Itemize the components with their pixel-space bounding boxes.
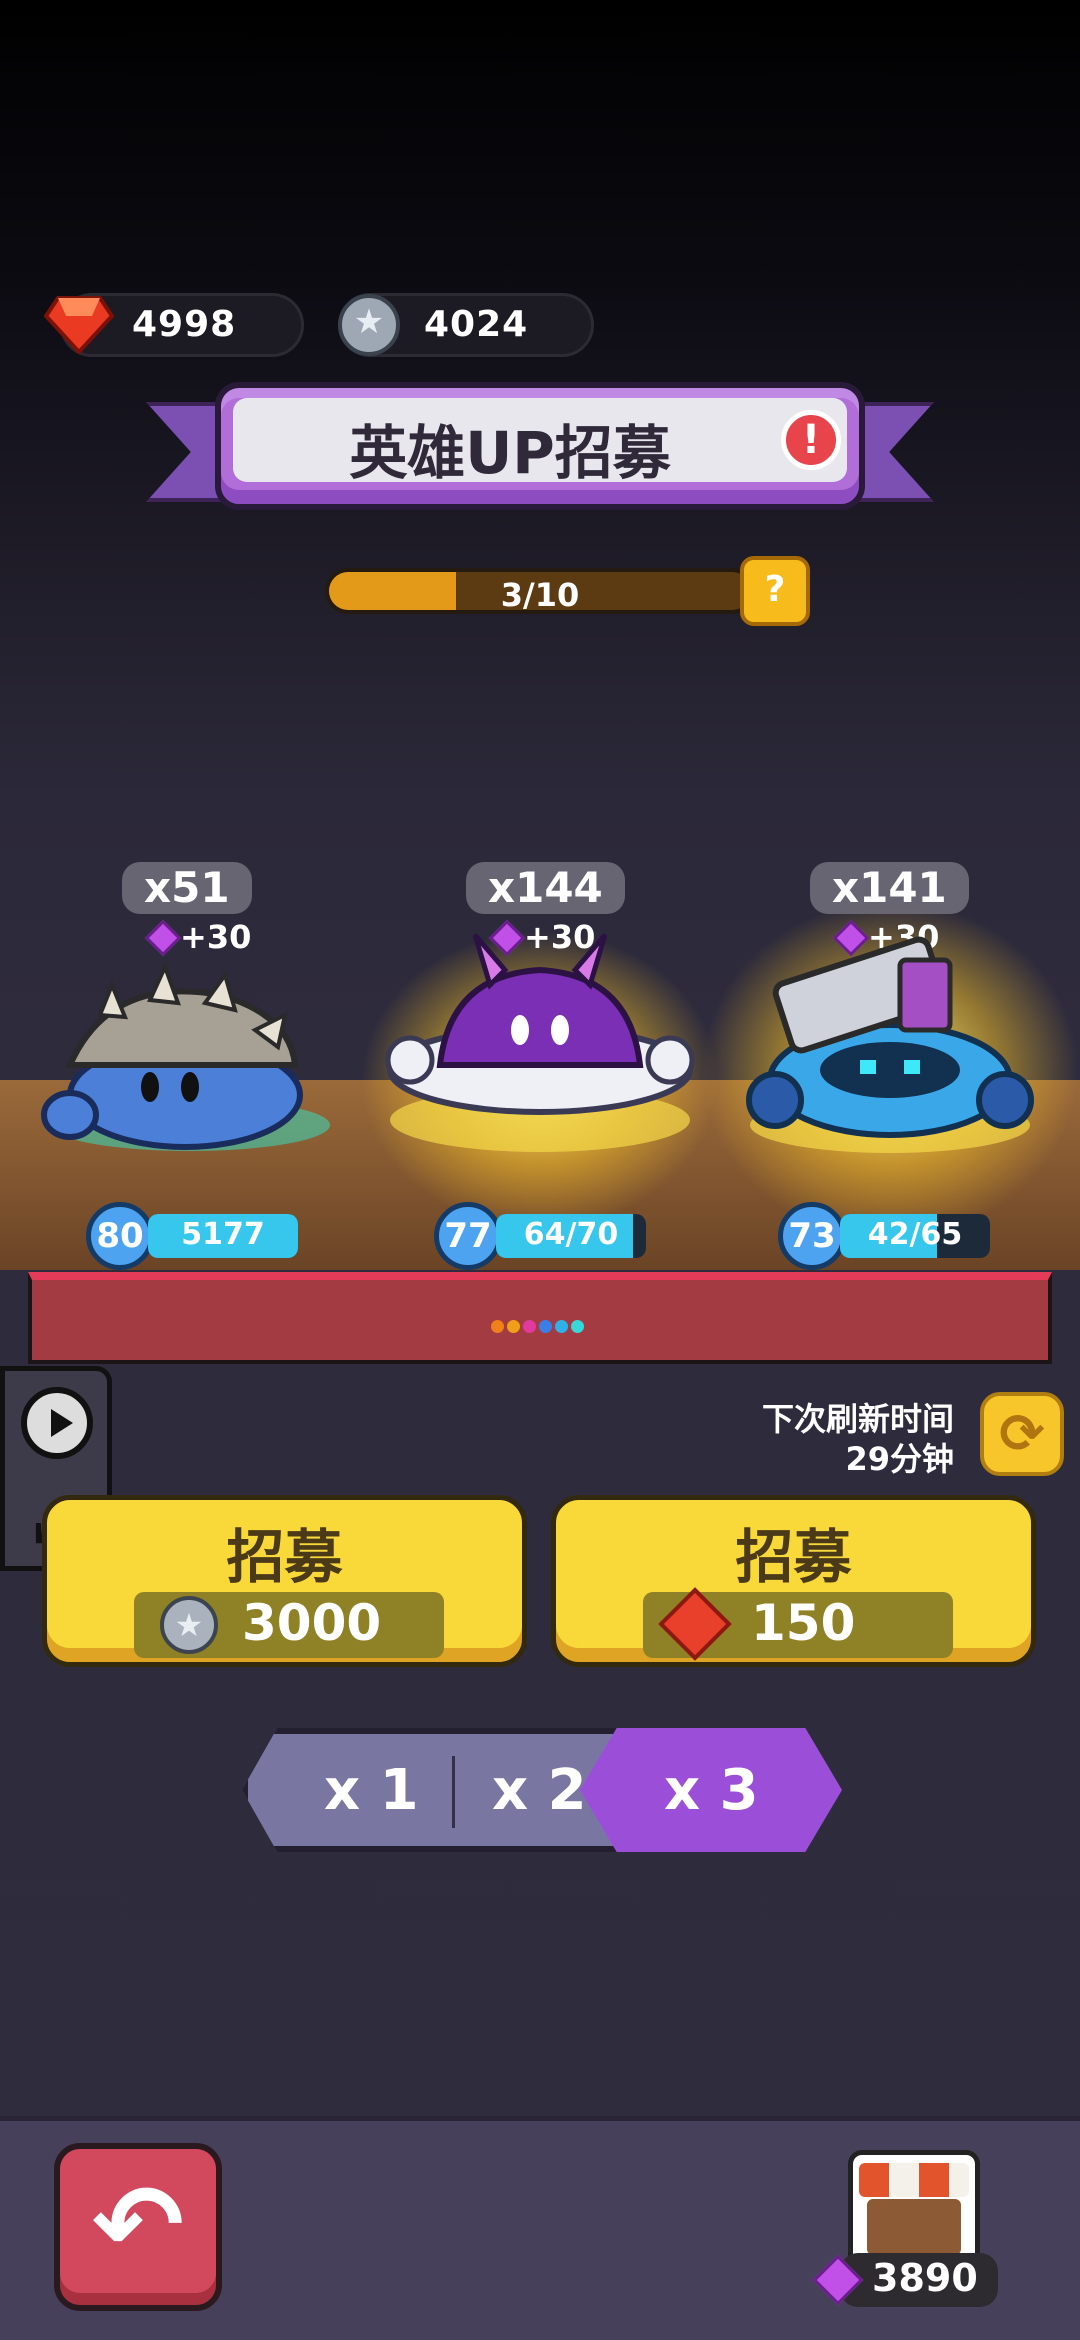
multiplier-option-x1[interactable]: x 1 [324,1758,419,1823]
hero-count: x141 [810,862,969,914]
multiplier-option-x2[interactable]: x 2 [492,1758,587,1823]
banner-title: 英雄UP招募 [349,419,671,487]
gem-icon [144,919,182,957]
page-dot [507,1320,520,1333]
ruby-balance: 4998 [132,304,237,345]
hero-sprite-spiky-shell [40,955,350,1159]
page-dot [491,1320,504,1333]
shop-counter [867,2199,961,2255]
silver-coin-icon: ★ [160,1596,218,1654]
hero-bar-text: 5177 [181,1217,265,1252]
multiplier-selected-label: x 3 [664,1758,759,1823]
recruit-ruby-cost-box: 150 [643,1587,953,1661]
recruit-coin-cost-box: ★ 3000 [134,1592,444,1658]
hero-carousel-strip [28,1272,1052,1364]
recruit-banner: 英雄UP招募 ! [215,382,865,510]
hero-level: 80 [86,1202,154,1270]
back-arrow-icon[interactable]: ↶ [54,2143,222,2311]
recruit-coin-button[interactable]: 招募 ★ 3000 [42,1495,527,1667]
hero-bonus: +30 [180,918,252,956]
shop-awning [859,2163,969,2197]
multiplier-divider [452,1756,455,1828]
ruby-gem-icon [658,1587,732,1661]
coin-balance: 4024 [424,304,529,345]
hero-sprite-ufo [380,915,700,1159]
alert-icon[interactable]: ! [781,410,841,470]
hero-shard-bar: 64/70 [496,1214,646,1258]
help-icon[interactable]: ? [740,556,810,626]
shop-gem-count: 3890 [872,2256,978,2300]
play-icon[interactable] [21,1387,93,1459]
hero-bar-text: 64/70 [523,1217,619,1252]
recruit-ruby-button[interactable]: 招募 150 [551,1495,1036,1667]
hero-count: x144 [466,862,625,914]
page-dot [555,1320,568,1333]
refresh-time: 29分钟 [845,1440,954,1478]
ruby-gem-icon [43,296,115,355]
refresh-icon[interactable]: ⟳ [980,1392,1064,1476]
page-dot [539,1320,552,1333]
hero-level: 77 [434,1202,502,1270]
shop-icon[interactable] [848,2150,980,2270]
hero-count: x51 [122,862,252,914]
recruit-ruby-cost: 150 [751,1594,856,1652]
page-dot [571,1320,584,1333]
hero-shard-bar: 42/65 [840,1214,990,1258]
hero-card[interactable]: x144 +30 77 64/70 [380,860,700,1270]
hero-bar-text: 42/65 [867,1217,963,1252]
recruit-progress-bar: 3/10 [325,568,755,614]
page-dot [523,1320,536,1333]
hero-level: 73 [778,1202,846,1270]
hero-sprite-cannon-robot [720,920,1040,1164]
recruit-ruby-label: 招募 [735,1523,852,1591]
progress-text: 3/10 [500,576,580,614]
recruit-coin-label: 招募 [226,1523,343,1591]
hero-shard-bar: 5177 [148,1214,298,1258]
hero-card[interactable]: x51 +30 80 5177 [40,860,360,1270]
silver-coin-icon: ★ [338,294,400,356]
recruit-coin-cost: 3000 [242,1594,382,1652]
hero-card[interactable]: x141 +30 73 42/65 [720,860,1060,1270]
